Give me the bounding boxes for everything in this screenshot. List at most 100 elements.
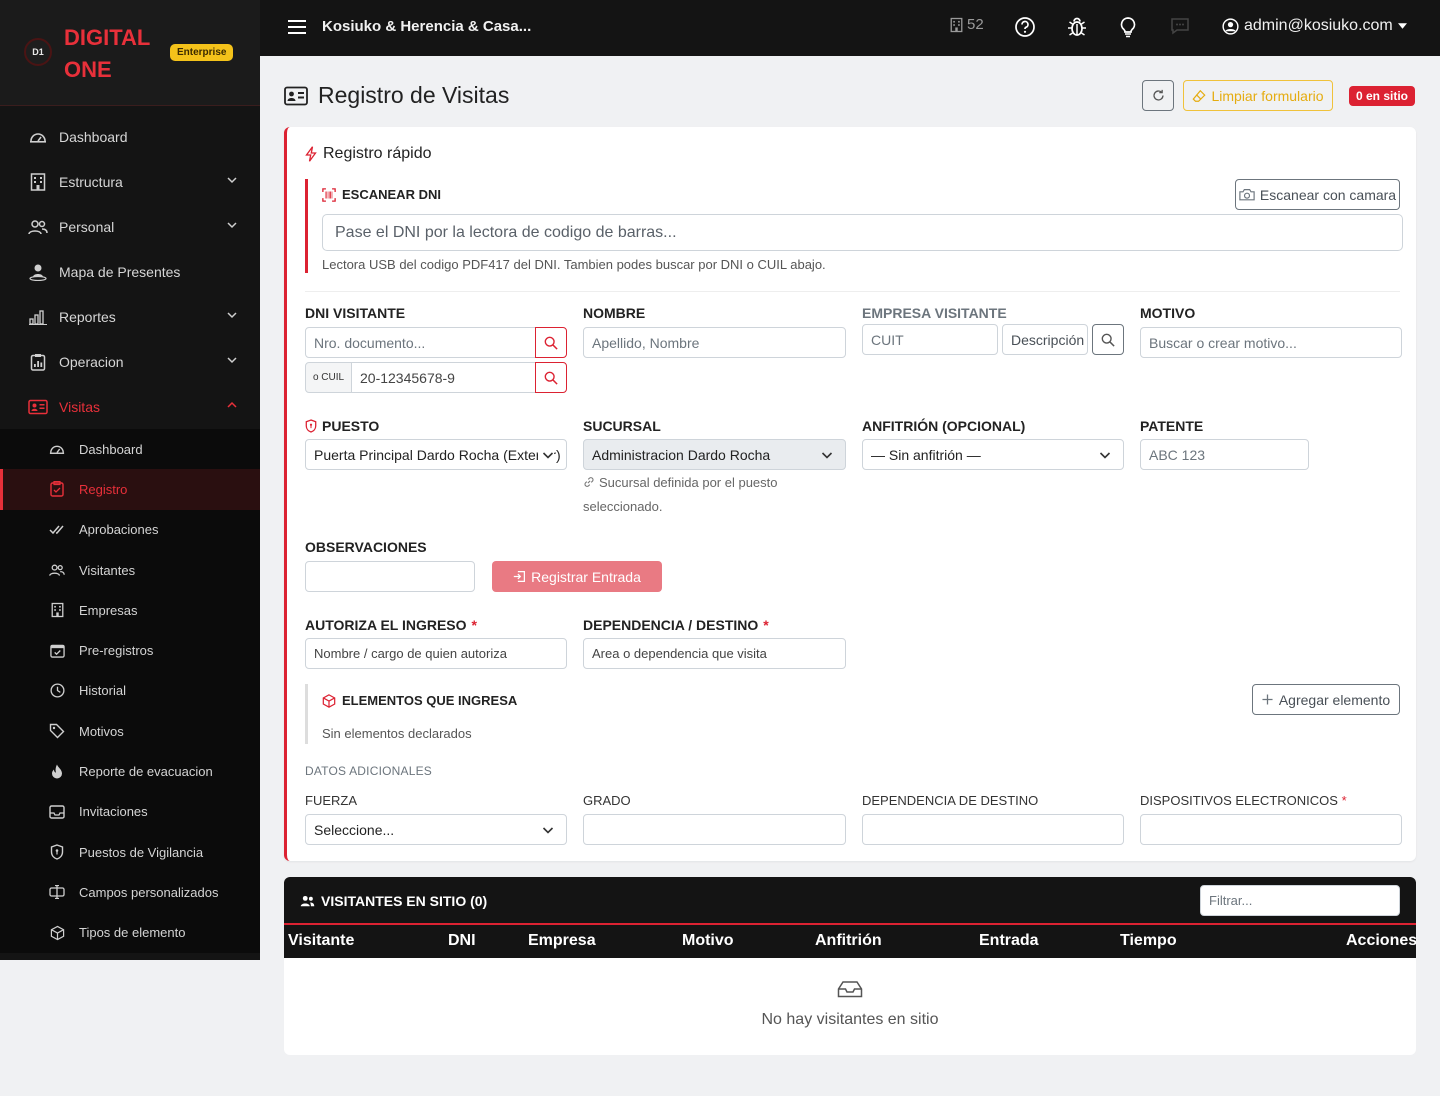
visitas-submenu: Dashboard Registro Aprobaciones Visitant…	[0, 429, 260, 953]
building-count: 52	[967, 16, 984, 33]
help-button[interactable]	[1014, 16, 1036, 38]
sucursal-hint: Sucursal definida por el puesto seleccio…	[583, 475, 778, 514]
column-header[interactable]: Anfitrión	[815, 932, 882, 950]
messages-button[interactable]	[1170, 16, 1190, 36]
sidebar-item-visitas[interactable]: Visitas	[0, 384, 260, 429]
refresh-icon	[1152, 89, 1165, 102]
visitors-title: VISITANTES EN SITIO (0)	[300, 893, 487, 909]
people-icon	[28, 217, 48, 237]
scan-camera-button[interactable]: Escanear con camara	[1235, 179, 1400, 210]
puesto-select[interactable]: Puerta Principal Dardo Rocha (Exterior)	[305, 439, 567, 470]
register-entry-button[interactable]: Registrar Entrada	[492, 561, 662, 592]
sidebar-subitem-visitantes[interactable]: Visitantes	[0, 550, 260, 590]
sidebar-subitem-motivos[interactable]: Motivos	[0, 711, 260, 751]
chevron-down-icon	[538, 449, 554, 461]
shield-icon	[305, 419, 317, 433]
check-all-icon	[48, 521, 66, 539]
clear-form-label: Limpiar formulario	[1211, 87, 1324, 104]
page-title: Registro de Visitas	[284, 82, 509, 109]
dni-search-button[interactable]	[535, 327, 567, 358]
sidebar-item-label: Reportes	[59, 308, 116, 325]
empresa-descripcion-input[interactable]: Descripción	[1002, 324, 1088, 355]
chevron-down-icon	[1095, 449, 1111, 461]
sidebar-item-estructura[interactable]: Estructura	[0, 159, 260, 204]
column-header[interactable]: Visitante	[288, 932, 354, 950]
cuil-input[interactable]: 20-12345678-9	[351, 362, 536, 393]
dependencia-destino-input[interactable]	[862, 814, 1124, 845]
organization-name[interactable]: Kosiuko & Herencia & Casa...	[322, 18, 531, 35]
person-circle-icon	[1222, 17, 1239, 35]
fuerza-select[interactable]: Seleccione...	[305, 814, 567, 845]
brand: D1 DIGITAL ONE Enterprise	[0, 0, 260, 106]
sidebar-subitem-tipos-elemento[interactable]: Tipos de elemento	[0, 913, 260, 953]
elements-empty-text: Sin elementos declarados	[322, 726, 472, 741]
visitors-header: VISITANTES EN SITIO (0) Filtrar...	[284, 877, 1416, 925]
quick-register-card: Registro rápido ESCANEAR DNI Escanear co…	[284, 127, 1416, 861]
sidebar-subitem-campos-personalizados[interactable]: Campos personalizados	[0, 872, 260, 912]
chevron-up-icon	[226, 399, 238, 411]
search-icon	[1101, 333, 1115, 347]
sidebar-subitem-reporte-evacuacion[interactable]: Reporte de evacuacion	[0, 751, 260, 791]
sidebar-subitem-empresas[interactable]: Empresas	[0, 590, 260, 630]
hamburger-menu-icon[interactable]	[288, 19, 306, 35]
column-header[interactable]: Entrada	[979, 932, 1039, 950]
sidebar-item-dashboard[interactable]: Dashboard	[0, 114, 260, 159]
sidebar-subitem-puestos-vigilancia[interactable]: Puestos de Vigilancia	[0, 832, 260, 872]
nombre-input[interactable]: Apellido, Nombre	[583, 327, 846, 358]
add-element-button[interactable]: Agregar elemento	[1252, 684, 1400, 715]
sidebar-subitem-label: Aprobaciones	[79, 522, 159, 538]
brand-name[interactable]: DIGITAL ONE	[64, 22, 164, 86]
lightning-icon	[305, 146, 317, 162]
onsite-count-badge: 0 en sitio	[1349, 86, 1416, 106]
column-header[interactable]: Empresa	[528, 932, 596, 950]
empresa-search-button[interactable]	[1092, 324, 1124, 355]
search-icon	[544, 336, 558, 350]
patente-input[interactable]: ABC 123	[1140, 439, 1309, 470]
sidebar-item-operacion[interactable]: Operacion	[0, 339, 260, 384]
user-menu[interactable]: admin@kosiuko.com	[1222, 17, 1407, 35]
clear-form-button[interactable]: Limpiar formulario	[1183, 80, 1333, 111]
sidebar-subitem-invitaciones[interactable]: Invitaciones	[0, 792, 260, 832]
ideas-button[interactable]	[1118, 16, 1138, 38]
scan-dni-input[interactable]: Pase el DNI por la lectora de codigo de …	[322, 214, 1403, 251]
autoriza-input[interactable]: Nombre / cargo de quien autoriza	[305, 638, 567, 669]
visitors-filter-input[interactable]: Filtrar...	[1200, 885, 1400, 916]
column-header[interactable]: Tiempo	[1120, 932, 1177, 950]
sidebar-subitem-historial[interactable]: Historial	[0, 671, 260, 711]
bug-report-button[interactable]	[1066, 16, 1088, 38]
column-header[interactable]: Motivo	[682, 932, 734, 950]
column-header[interactable]: DNI	[448, 932, 476, 950]
sidebar-item-label: Visitas	[59, 398, 100, 415]
building-counter[interactable]: 52	[950, 16, 984, 33]
sucursal-select[interactable]: Administracion Dardo Rocha	[583, 439, 846, 470]
sidebar-item-reportes[interactable]: Reportes	[0, 294, 260, 339]
anfitrion-select[interactable]: — Sin anfitrión —	[862, 439, 1124, 470]
sidebar-item-personal[interactable]: Personal	[0, 204, 260, 249]
grado-input[interactable]	[583, 814, 846, 845]
motivo-input[interactable]: Buscar o crear motivo...	[1140, 327, 1402, 358]
shield-icon	[48, 843, 66, 861]
dispositivos-input[interactable]	[1140, 814, 1402, 845]
sidebar-item-mapa-presentes[interactable]: Mapa de Presentes	[0, 249, 260, 294]
column-header[interactable]: Acciones	[1346, 932, 1416, 950]
sidebar-subitem-dashboard[interactable]: Dashboard	[0, 429, 260, 469]
empresa-cuit-input[interactable]: CUIT	[862, 324, 998, 355]
visitors-empty-state: No hay visitantes en sitio	[284, 980, 1416, 1029]
dni-input[interactable]: Nro. documento...	[305, 327, 536, 358]
dependencia-label: DEPENDENCIA / DESTINO *	[583, 617, 769, 633]
caret-down-icon	[1397, 23, 1407, 29]
dependencia-input[interactable]: Area o dependencia que visita	[583, 638, 846, 669]
bug-icon	[1066, 16, 1088, 38]
gauge-icon	[48, 440, 66, 458]
fire-icon	[48, 763, 66, 781]
sidebar-subitem-aprobaciones[interactable]: Aprobaciones	[0, 510, 260, 550]
brand-logo[interactable]: D1	[24, 38, 52, 66]
sidebar-subitem-pre-registros[interactable]: Pre-registros	[0, 630, 260, 670]
gauge-icon	[28, 127, 48, 147]
sidebar-subitem-label: Historial	[79, 683, 126, 699]
sidebar-subitem-registro[interactable]: Registro	[0, 469, 260, 510]
refresh-button[interactable]	[1142, 80, 1174, 111]
cuil-search-button[interactable]	[535, 362, 567, 393]
topbar: Kosiuko & Herencia & Casa... 52 admin@ko…	[260, 0, 1440, 56]
observaciones-input[interactable]	[305, 561, 475, 592]
